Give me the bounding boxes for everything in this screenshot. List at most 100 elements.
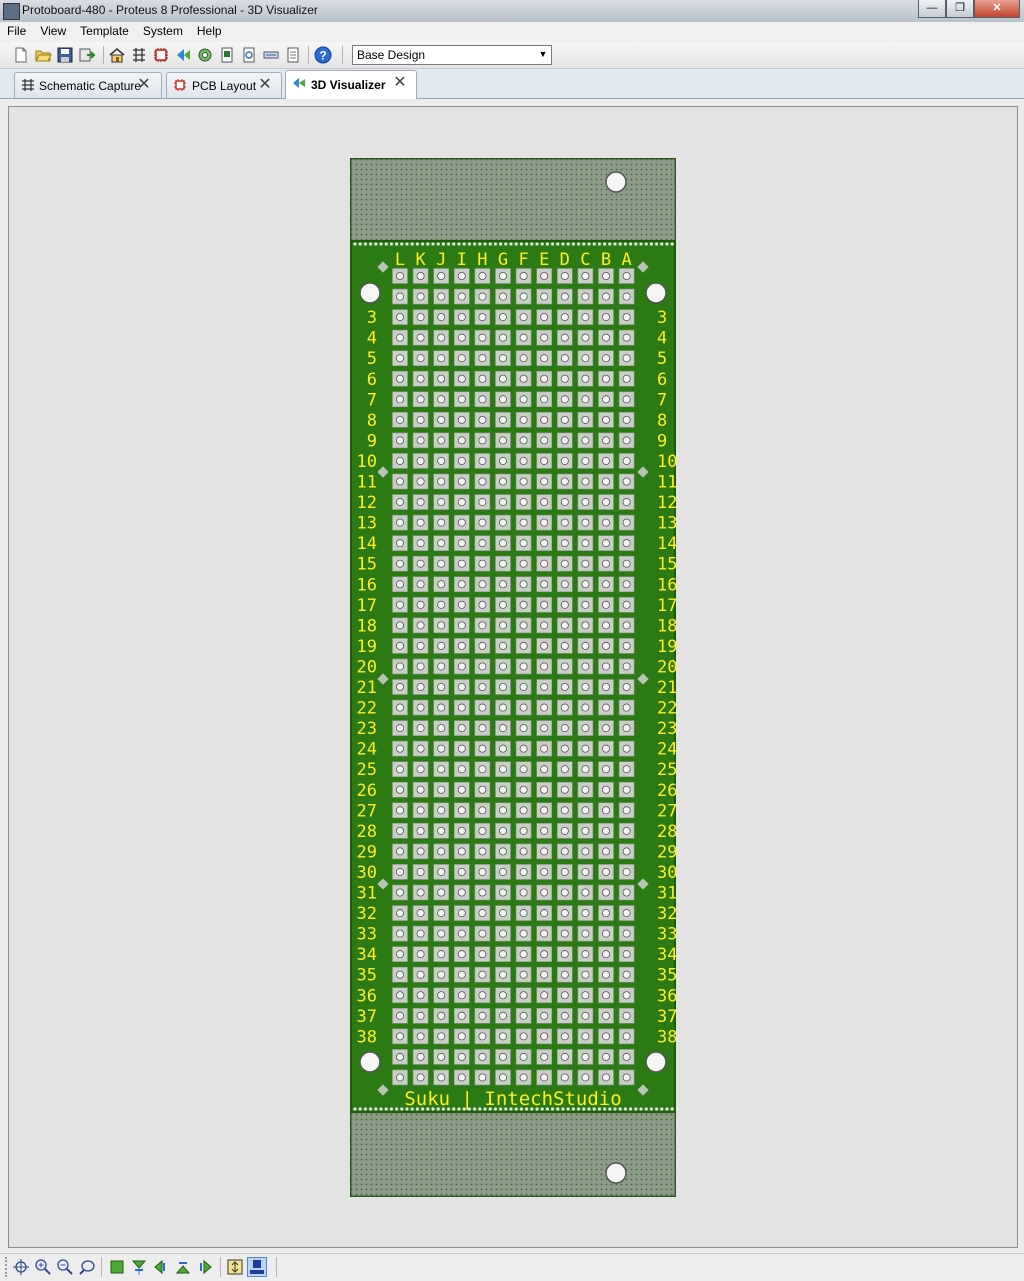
row-label-right: 35	[657, 966, 677, 986]
pad-hole	[395, 806, 404, 815]
pad-hole	[540, 456, 549, 465]
project-notes-icon[interactable]	[262, 46, 280, 64]
pad-hole	[622, 1052, 631, 1061]
pad-hole	[457, 436, 466, 445]
pad-hole	[416, 539, 425, 548]
close-button[interactable]: ✕	[974, 0, 1020, 18]
minimize-button[interactable]: —	[918, 0, 946, 18]
menu-view[interactable]: View	[33, 22, 73, 42]
row-label-right: 12	[657, 493, 677, 513]
gerber-icon[interactable]	[196, 46, 214, 64]
pad-hole	[581, 539, 590, 548]
zoom-in-icon[interactable]	[34, 1258, 52, 1276]
pan-icon[interactable]	[12, 1258, 30, 1276]
pad-hole	[416, 354, 425, 363]
pad-hole	[478, 888, 487, 897]
view-left-icon[interactable]	[152, 1258, 170, 1276]
close-icon[interactable]: ✕	[392, 75, 408, 91]
pad-hole	[560, 765, 569, 774]
board-view-icon[interactable]	[247, 1257, 267, 1277]
close-icon[interactable]: ✕	[257, 77, 273, 93]
pad-hole	[622, 641, 631, 650]
menu-template[interactable]: Template	[73, 22, 136, 42]
menu-system[interactable]: System	[136, 22, 190, 42]
restore-button[interactable]: ❐	[946, 0, 974, 18]
height-icon[interactable]	[226, 1258, 244, 1276]
home-icon[interactable]	[108, 46, 126, 64]
pad-hole	[560, 683, 569, 692]
perforation-dot	[571, 242, 576, 246]
view-right-icon[interactable]	[196, 1258, 214, 1276]
row-label-right: 24	[657, 740, 677, 760]
design-explorer-icon[interactable]	[240, 46, 258, 64]
view-up-icon[interactable]	[174, 1258, 192, 1276]
perforation-dot	[410, 242, 414, 246]
save-icon[interactable]	[56, 46, 74, 64]
perforation-dot	[374, 242, 378, 246]
pad-hole	[498, 867, 507, 876]
row-label-left: 24	[357, 740, 377, 760]
pad-hole	[498, 498, 507, 507]
menu-file[interactable]: File	[0, 22, 33, 42]
pad-hole	[519, 395, 528, 404]
chevron-down-icon[interactable]: ▼	[537, 48, 549, 60]
pad-hole	[519, 600, 528, 609]
bom-icon[interactable]	[218, 46, 236, 64]
pad-hole	[457, 354, 466, 363]
design-variant-select[interactable]: Base Design ▼	[352, 45, 552, 65]
perforation-dot	[358, 1107, 362, 1111]
pad-hole	[437, 313, 446, 322]
import-icon[interactable]	[78, 46, 96, 64]
pcb-chip-icon[interactable]	[152, 46, 170, 64]
perforation-dot	[644, 1107, 648, 1111]
perforation-dot	[556, 242, 560, 246]
document-tab-bar: Schematic Capture ✕ PCB Layout ✕ 3D Visu…	[0, 69, 1024, 99]
title-bar: Protoboard-480 - Proteus 8 Professional …	[0, 0, 1024, 23]
app-icon[interactable]	[3, 3, 20, 20]
pad-hole	[602, 395, 611, 404]
pad-hole	[540, 518, 549, 527]
row-label-left: 20	[357, 657, 377, 677]
row-label-right: 29	[657, 842, 677, 862]
schematic-icon[interactable]	[130, 46, 148, 64]
pad-hole	[581, 600, 590, 609]
pad-hole	[560, 354, 569, 363]
new-file-icon[interactable]	[12, 46, 30, 64]
tab-schematic-capture[interactable]: Schematic Capture ✕	[14, 72, 162, 98]
pad-hole	[622, 415, 631, 424]
mounting-hole	[605, 1162, 627, 1184]
3d-viewport[interactable]: L K J I H G F E D C B A 3 3 4 4 5 5 6 6 7 7 8 8 9 9 10 10 11 11 12 12 13…	[8, 106, 1018, 1248]
pad-hole	[395, 641, 404, 650]
pad-hole	[498, 539, 507, 548]
pad-hole	[437, 826, 446, 835]
window-title: Protoboard-480 - Proteus 8 Professional …	[22, 3, 318, 17]
view-top-icon[interactable]	[108, 1258, 126, 1276]
pad-hole	[540, 1052, 549, 1061]
pad-hole	[437, 395, 446, 404]
perforation-dot	[462, 242, 466, 246]
pad-hole	[540, 847, 549, 856]
pad-hole	[478, 354, 487, 363]
pad-hole	[519, 580, 528, 589]
pad-hole	[478, 477, 487, 486]
pad-hole	[560, 313, 569, 322]
zoom-out-icon[interactable]	[56, 1258, 74, 1276]
visualizer-icon[interactable]	[174, 46, 192, 64]
zoom-fit-icon[interactable]	[78, 1258, 96, 1276]
open-folder-icon[interactable]	[34, 46, 52, 64]
menu-help[interactable]: Help	[190, 22, 229, 42]
close-icon[interactable]: ✕	[136, 77, 152, 93]
pad-hole	[395, 580, 404, 589]
pad-hole	[602, 621, 611, 630]
row-label-right: 16	[657, 575, 677, 595]
pad-hole	[457, 395, 466, 404]
pad-hole	[602, 333, 611, 342]
tab-3d-visualizer[interactable]: 3D Visualizer ✕	[285, 70, 417, 99]
pad-hole	[416, 867, 425, 876]
protoboard-3d-model[interactable]: L K J I H G F E D C B A3 34 45 56 67 78 89 910 1011 1112 1213…	[9, 107, 1017, 1247]
toolbar-grip[interactable]	[5, 1257, 10, 1277]
view-down-icon[interactable]	[130, 1258, 148, 1276]
tab-pcb-layout[interactable]: PCB Layout ✕	[166, 72, 282, 98]
report-icon[interactable]	[284, 46, 302, 64]
help-icon[interactable]: ?	[314, 46, 332, 64]
